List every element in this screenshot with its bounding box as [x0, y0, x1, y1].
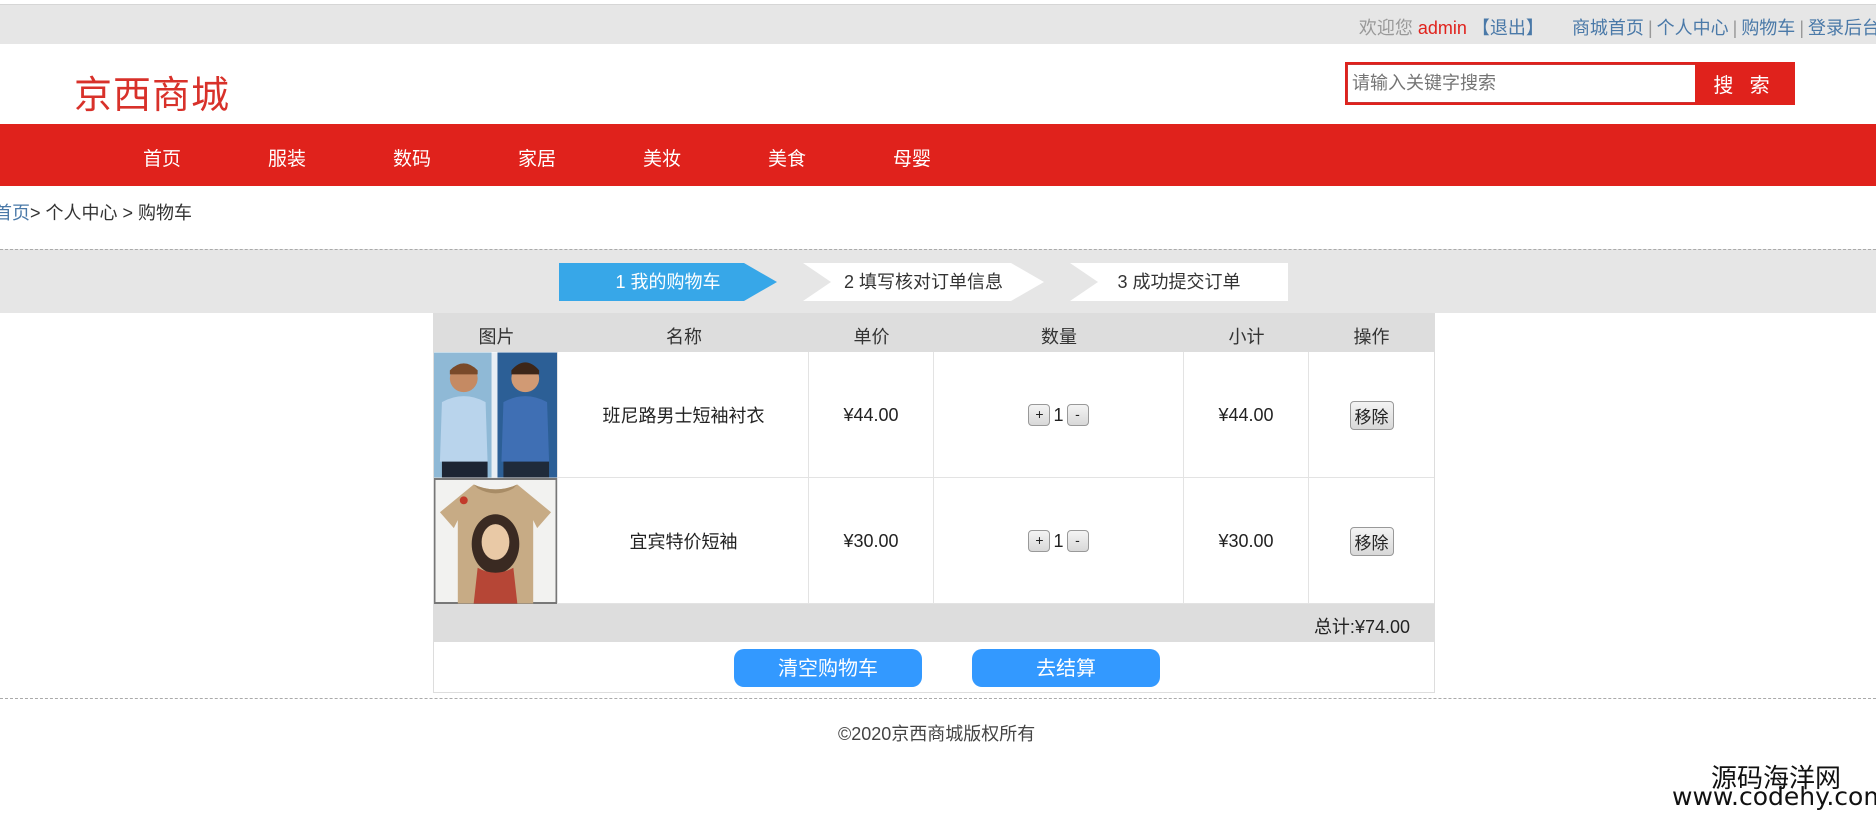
nav-item-clothing[interactable]: 服装	[268, 144, 306, 171]
divider	[0, 698, 1876, 699]
header-quantity: 数量	[1041, 327, 1077, 347]
separator: |	[1732, 18, 1738, 38]
clear-cart-button[interactable]: 清空购物车	[734, 649, 922, 687]
actions-cell: 移除	[1309, 478, 1434, 604]
cart-table: 图片 名称 单价 数量 小计 操作 班尼路男士短袖衬衣 ¥44.00 + 1 -…	[433, 313, 1435, 693]
table-row: 宜宾特价短袖 ¥30.00 +1- ¥30.00 移除	[434, 478, 1434, 604]
unit-price: ¥30.00	[809, 478, 934, 604]
product-image[interactable]	[434, 478, 558, 604]
quantity-stepper: +1-	[934, 352, 1184, 478]
tshirt-photo	[434, 478, 557, 604]
increase-button[interactable]: +	[1028, 530, 1051, 552]
remove-button[interactable]: 移除	[1349, 526, 1394, 556]
nav-item-digital[interactable]: 数码	[393, 144, 431, 171]
breadcrumb-home[interactable]: 首页	[0, 203, 30, 223]
checkout-steps: 1 我的购物车 2 填写核对订单信息 3 成功提交订单	[0, 249, 1876, 313]
total-bar: 总计:¥74.00	[434, 604, 1434, 642]
product-image[interactable]	[434, 352, 558, 478]
logout-link[interactable]: 【退出】	[1472, 18, 1544, 38]
header-image: 图片	[478, 327, 515, 347]
top-bar-links: 欢迎您 admin 【退出】 商城首页 | 个人中心 | 购物车 | 登录后台	[1359, 14, 1876, 40]
search-input[interactable]	[1347, 64, 1695, 103]
footer-copyright: ©2020京西商城版权所有	[838, 724, 1036, 744]
header-price: 单价	[853, 327, 890, 347]
product-name: 班尼路男士短袖衬衣	[559, 352, 809, 478]
admin-login-link[interactable]: 登录后台	[1808, 18, 1876, 38]
step-fill-order-info: 2 填写核对订单信息	[803, 263, 1044, 301]
separator: |	[1799, 18, 1804, 38]
subtotal: ¥44.00	[1184, 352, 1309, 478]
unit-price: ¥44.00	[809, 352, 934, 478]
decrease-button[interactable]: -	[1066, 530, 1089, 552]
checkout-button[interactable]: 去结算	[972, 649, 1160, 687]
nav-item-food[interactable]: 美食	[768, 144, 806, 171]
nav-item-baby[interactable]: 母婴	[893, 144, 931, 171]
quantity-value: 1	[1053, 404, 1064, 425]
breadcrumb: 首页> 个人中心 > 购物车	[0, 199, 192, 225]
welcome-text: 欢迎您	[1358, 18, 1413, 38]
product-name: 宜宾特价短袖	[559, 478, 809, 604]
actions-cell: 移除	[1309, 352, 1434, 478]
header-subtotal: 小计	[1228, 327, 1265, 347]
separator: |	[1647, 18, 1653, 38]
table-row: 班尼路男士短袖衬衣 ¥44.00 +1- ¥44.00 移除	[434, 352, 1434, 478]
increase-button[interactable]: +	[1028, 404, 1051, 426]
quantity-stepper: +1-	[934, 478, 1184, 604]
top-bar: 欢迎您 admin 【退出】 商城首页 | 个人中心 | 购物车 | 登录后台	[0, 4, 1876, 44]
cart-total: 总计:¥74.00	[1313, 617, 1410, 637]
nav-item-beauty[interactable]: 美妆	[643, 144, 681, 171]
site-logo[interactable]: 京西商城	[74, 64, 230, 119]
username: admin	[1417, 18, 1467, 38]
search-button[interactable]: 搜 索	[1695, 64, 1793, 103]
header-name: 名称	[666, 327, 702, 347]
main-nav: 首页 服装 数码 家居 美妆 美食 母婴	[0, 124, 1876, 186]
breadcrumb-path: > 个人中心 > 购物车	[30, 203, 193, 223]
table-header: 图片 名称 单价 数量 小计 操作	[434, 314, 1434, 352]
cart-link[interactable]: 购物车	[1741, 18, 1795, 38]
subtotal: ¥30.00	[1184, 478, 1309, 604]
step-my-cart: 1 我的购物车	[559, 263, 777, 301]
remove-button[interactable]: 移除	[1349, 400, 1394, 430]
header-actions: 操作	[1353, 327, 1390, 347]
quantity-value: 1	[1053, 530, 1064, 551]
decrease-button[interactable]: -	[1066, 404, 1089, 426]
nav-item-home[interactable]: 首页	[143, 144, 181, 171]
step-submit-success: 3 成功提交订单	[1070, 263, 1288, 301]
watermark-url: www.codehy.com	[1672, 782, 1876, 811]
shirt-photo	[434, 352, 557, 478]
search-bar: 搜 索	[1345, 62, 1795, 105]
user-center-link[interactable]: 个人中心	[1657, 18, 1729, 38]
nav-item-home-living[interactable]: 家居	[518, 144, 556, 171]
mall-home-link[interactable]: 商城首页	[1572, 18, 1644, 38]
